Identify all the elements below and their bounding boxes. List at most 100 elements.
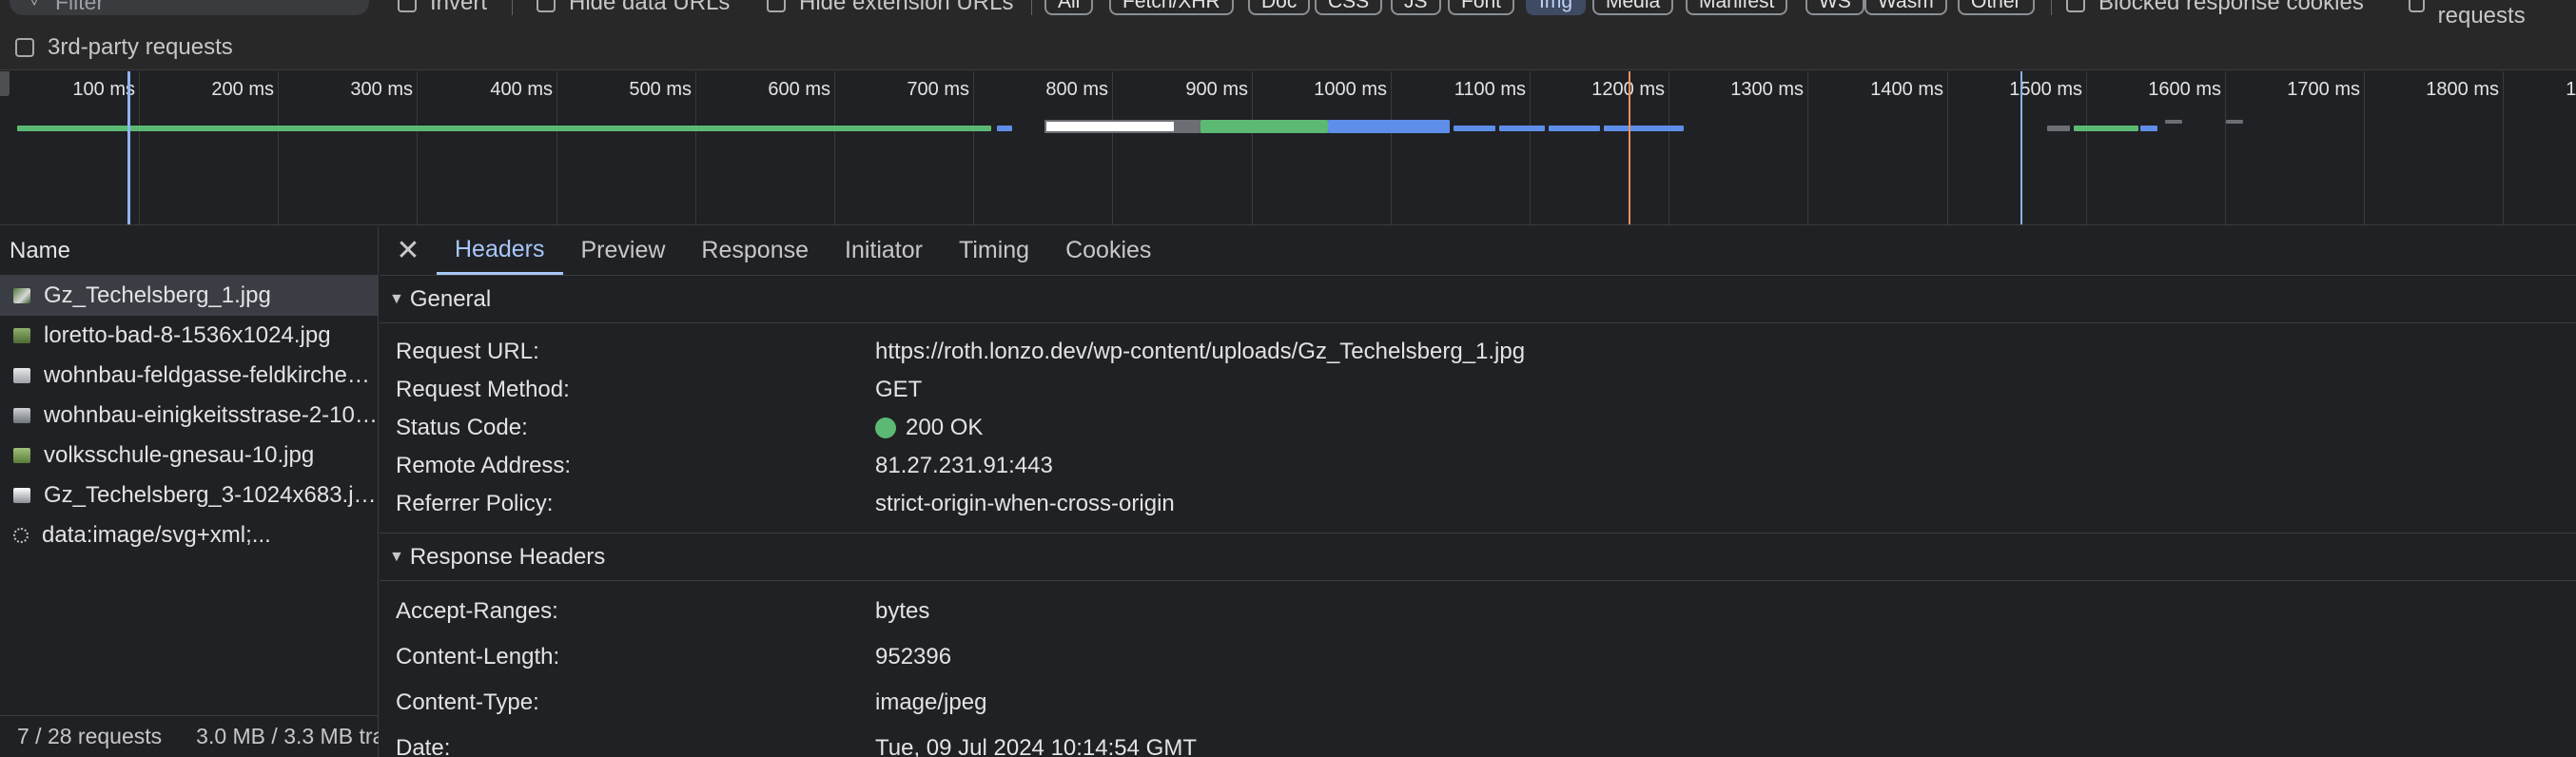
header-key: Status Code:: [396, 415, 528, 440]
tab-headers[interactable]: Headers: [437, 226, 563, 275]
header-value[interactable]: 81.27.231.91:443: [875, 453, 1053, 479]
timeline-bar-gray: [2047, 126, 2070, 131]
filter-toolbar: ▿ Filter Invert Hide data URLs Hide exte…: [0, 0, 2576, 70]
image-icon: [13, 488, 30, 503]
invert-checkbox[interactable]: Invert: [398, 0, 487, 17]
request-row[interactable]: data:image/svg+xml;...: [0, 515, 378, 555]
triangle-down-icon: ▼: [389, 290, 404, 307]
tab-timing[interactable]: Timing: [941, 226, 1047, 275]
dom-content-loaded-marker: [127, 71, 130, 224]
general-section-header[interactable]: ▼ General: [380, 276, 2576, 323]
header-key: Request URL:: [396, 339, 539, 364]
third-party-label: 3rd-party requests: [48, 34, 233, 60]
timeline-gridline: [695, 71, 696, 224]
timeline-gridline: [417, 71, 418, 224]
type-filter-wasm[interactable]: Wasm: [1864, 0, 1947, 15]
timeline-bar-gray: [2165, 120, 2182, 124]
blocked-requests-checkbox[interactable]: Blocked requests: [2409, 0, 2576, 29]
checkbox-icon: [2409, 0, 2425, 12]
request-row[interactable]: Gz_Techelsberg_3-1024x683.jpg: [0, 476, 378, 515]
timeline-gridline: [1807, 71, 1808, 224]
hide-data-urls-label: Hide data URLs: [569, 0, 731, 15]
type-filter-fetch-xhr[interactable]: Fetch/XHR: [1109, 0, 1234, 15]
header-row: Request URL: https://roth.lonzo.dev/wp-c…: [380, 331, 2576, 369]
request-name: wohnbau-feldgasse-feldkirchen-10-1024x68…: [44, 362, 378, 388]
timeline-bar-green: [1200, 120, 1328, 133]
header-value[interactable]: strict-origin-when-cross-origin: [875, 491, 1175, 517]
request-name: Gz_Techelsberg_1.jpg: [44, 282, 271, 308]
checkbox-icon: [2066, 0, 2085, 12]
header-value[interactable]: GET: [875, 377, 922, 403]
timeline-gridline: [1391, 71, 1392, 224]
hide-extension-urls-checkbox[interactable]: Hide extension URLs: [767, 0, 1013, 17]
timeline-bar-blue: [1328, 120, 1450, 133]
type-filter-ws[interactable]: WS: [1805, 0, 1864, 15]
timeline-gridline: [139, 71, 140, 224]
general-section: Request URL: https://roth.lonzo.dev/wp-c…: [380, 323, 2576, 534]
filter-placeholder: Filter: [55, 0, 105, 14]
tab-initiator[interactable]: Initiator: [827, 226, 941, 275]
header-row: Referrer Policy: strict-origin-when-cros…: [380, 483, 2576, 521]
request-count: 7 / 28 requests: [17, 724, 163, 748]
header-value[interactable]: 952396: [875, 644, 951, 670]
timeline-tick-label: 1300 ms: [1730, 79, 1804, 100]
overview-left-handle[interactable]: [0, 71, 10, 96]
header-value[interactable]: https://roth.lonzo.dev/wp-content/upload…: [875, 339, 1525, 365]
type-filter-js[interactable]: JS: [1391, 0, 1441, 15]
timeline-tick-label: 1400 ms: [1870, 79, 1943, 100]
type-filter-css[interactable]: CSS: [1315, 0, 1383, 15]
request-name: data:image/svg+xml;...: [42, 522, 271, 548]
header-value[interactable]: image/jpeg: [875, 689, 986, 716]
name-column-header[interactable]: Name: [0, 226, 378, 276]
timeline-bar-blue: [997, 126, 1012, 131]
third-party-checkbox[interactable]: 3rd-party requests: [15, 34, 233, 61]
request-name: volksschule-gnesau-10.jpg: [44, 442, 315, 468]
timeline-tick-label: 800 ms: [1045, 79, 1108, 100]
request-row[interactable]: Gz_Techelsberg_1.jpg: [0, 276, 378, 316]
type-filter-img[interactable]: Img: [1526, 0, 1587, 15]
timeline-gridline: [556, 71, 557, 224]
request-row[interactable]: volksschule-gnesau-10.jpg: [0, 436, 378, 476]
details-tabbar: ✕ Headers Preview Response Initiator Tim…: [380, 226, 2576, 276]
tab-response[interactable]: Response: [683, 226, 827, 275]
blocked-response-cookies-checkbox[interactable]: Blocked response cookies: [2066, 0, 2364, 17]
request-row[interactable]: wohnbau-einigkeitsstrase-2-1024x683.jpg: [0, 396, 378, 436]
request-row[interactable]: loretto-bad-8-1536x1024.jpg: [0, 316, 378, 356]
timeline-tick-label: 1100 ms: [1454, 79, 1526, 100]
timeline-bar-blue: [1549, 126, 1600, 131]
filter-input[interactable]: ▿ Filter: [10, 0, 369, 15]
response-headers-section: Accept-Ranges: bytes Content-Length: 952…: [380, 581, 2576, 757]
timeline-tick-label: 1700 ms: [2287, 79, 2360, 100]
image-icon: [13, 288, 30, 303]
type-filter-other[interactable]: Other: [1958, 0, 2035, 15]
timeline-tick-label: 500 ms: [629, 79, 692, 100]
header-value[interactable]: bytes: [875, 598, 929, 625]
image-icon: [13, 368, 30, 383]
header-value[interactable]: Tue, 09 Jul 2024 10:14:54 GMT: [875, 735, 1197, 757]
type-filter-all[interactable]: All: [1044, 0, 1094, 15]
request-row[interactable]: wohnbau-feldgasse-feldkirchen-10-1024x68…: [0, 356, 378, 396]
type-filter-media[interactable]: Media: [1592, 0, 1674, 15]
type-filter-doc[interactable]: Doc: [1248, 0, 1311, 15]
status-value[interactable]: 200 OK: [875, 415, 983, 441]
timeline-gridline: [1530, 71, 1531, 224]
timeline-bar-white: [1044, 120, 1176, 133]
timeline-tick-label: 100 ms: [72, 79, 135, 100]
hide-data-urls-checkbox[interactable]: Hide data URLs: [537, 0, 730, 17]
request-name: wohnbau-einigkeitsstrase-2-1024x683.jpg: [44, 402, 378, 428]
tab-preview[interactable]: Preview: [563, 226, 684, 275]
tab-cookies[interactable]: Cookies: [1047, 226, 1169, 275]
timeline-tick-label: 700 ms: [907, 79, 969, 100]
header-key: Content-Type:: [396, 689, 539, 715]
header-key: Date:: [396, 735, 451, 757]
header-row: Accept-Ranges: bytes: [380, 587, 2576, 632]
type-filter-manifest[interactable]: Manifest: [1686, 0, 1788, 15]
header-row: Content-Length: 952396: [380, 632, 2576, 678]
status-text: 200 OK: [906, 415, 984, 440]
timeline-overview[interactable]: 100 ms 200 ms 300 ms 400 ms 500 ms 600 ms 700 …: [0, 71, 2576, 225]
response-headers-section-header[interactable]: ▼ Response Headers: [380, 534, 2576, 581]
request-list: Name Gz_Techelsberg_1.jpg loretto-bad-8-…: [0, 226, 379, 757]
type-filter-font[interactable]: Font: [1448, 0, 1515, 15]
close-icon[interactable]: ✕: [380, 226, 437, 275]
timeline-gridline: [2364, 71, 2365, 224]
